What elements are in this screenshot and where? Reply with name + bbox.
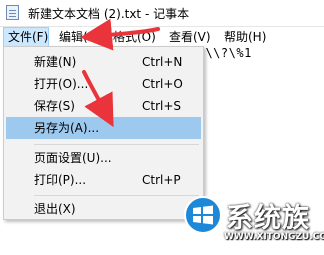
watermark-url: WWW.XITONGZU.COM [224, 232, 324, 242]
menu-item-label: 新建(N) [34, 55, 77, 69]
menu-item-page-setup[interactable]: 页面设置(U)... [6, 147, 201, 169]
notepad-icon [6, 5, 19, 20]
menu-item-exit[interactable]: 退出(X) [6, 198, 201, 220]
menu-item-label: 退出(X) [34, 202, 76, 216]
menu-format[interactable]: 格式(O) [109, 27, 160, 47]
menu-file[interactable]: 文件(F) [3, 27, 49, 47]
menu-separator [34, 195, 199, 196]
menu-item-shortcut: Ctrl+S [142, 99, 182, 113]
menu-item-shortcut: Ctrl+O [142, 77, 183, 91]
menu-item-new[interactable]: 新建(N) Ctrl+N [6, 51, 201, 73]
menu-item-label: 打印(P)... [34, 173, 87, 187]
menu-view[interactable]: 查看(V) [165, 27, 215, 47]
menu-item-label: 保存(S) [34, 99, 75, 113]
menu-item-label: 打开(O)... [34, 77, 89, 91]
menu-item-shortcut: Ctrl+P [142, 173, 181, 187]
title-bar: 新建文本文档 (2).txt - 记事本 [0, 0, 324, 27]
menu-item-label: 页面设置(U)... [34, 151, 112, 165]
menu-help[interactable]: 帮助(H) [220, 27, 270, 47]
menu-separator [34, 144, 199, 145]
menu-item-shortcut: Ctrl+N [142, 55, 183, 69]
menu-bar: 文件(F) 编辑(E) 格式(O) 查看(V) 帮助(H) [0, 27, 324, 47]
windows-logo-icon [184, 196, 222, 234]
menu-item-label: 另存为(A)... [34, 121, 100, 135]
window-title: 新建文本文档 (2).txt - 记事本 [28, 7, 190, 21]
watermark: 系统族 WWW.XITONGZU.COM [180, 190, 324, 255]
file-menu-dropdown: 新建(N) Ctrl+N 打开(O)... Ctrl+O 保存(S) Ctrl+… [3, 46, 204, 220]
menu-item-print[interactable]: 打印(P)... Ctrl+P [6, 169, 201, 191]
menu-item-save-as[interactable]: 另存为(A)... [6, 117, 201, 139]
menu-item-open[interactable]: 打开(O)... Ctrl+O [6, 73, 201, 95]
watermark-brand: 系统族 [226, 203, 310, 234]
menu-edit[interactable]: 编辑(E) [55, 27, 104, 47]
menu-item-save[interactable]: 保存(S) Ctrl+S [6, 95, 201, 117]
